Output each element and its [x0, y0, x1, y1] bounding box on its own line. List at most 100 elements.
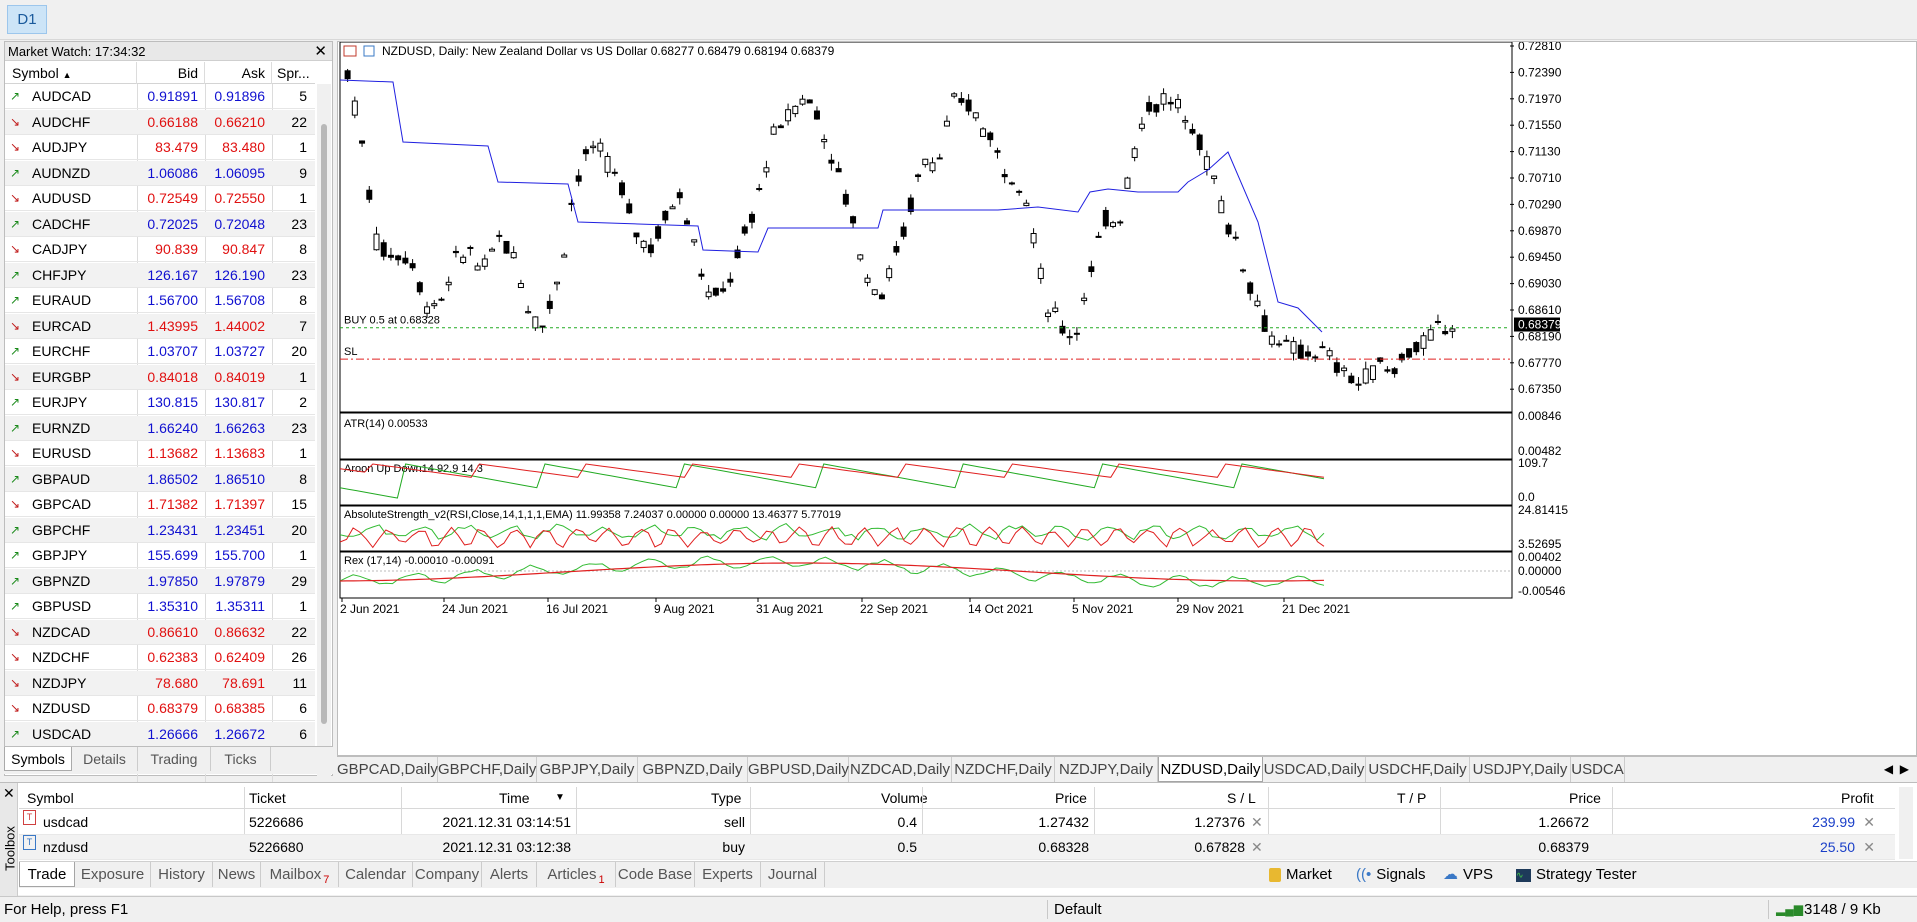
column-header-type[interactable]: Type [711, 787, 741, 809]
column-header-spread[interactable]: Spr... [272, 62, 315, 84]
tab-journal[interactable]: Journal [761, 862, 825, 887]
chart-tab[interactable]: NZDJPY,Daily [1055, 757, 1158, 782]
column-header-profit[interactable]: Profit [1841, 787, 1874, 809]
market-watch-row[interactable]: ↗ CHFJPY 126.167 126.190 23 [5, 262, 315, 288]
market-watch-row[interactable]: ↘ GBPCAD 1.71382 1.71397 15 [5, 492, 315, 517]
market-watch-row[interactable]: ↘ EURGBP 0.84018 0.84019 1 [5, 364, 315, 390]
market-watch-row[interactable]: ↗ AUDNZD 1.06086 1.06095 9 [5, 160, 315, 186]
market-watch-row[interactable]: ↘ AUDCHF 0.66188 0.66210 22 [5, 109, 315, 135]
market-watch-row[interactable]: ↘ EURUSD 1.13682 1.13683 1 [5, 441, 315, 466]
tab-scroll-arrows[interactable]: ◀ ▶ [1884, 757, 1909, 782]
market-watch-row[interactable]: ↘ NZDCHF 0.62383 0.62409 26 [5, 645, 315, 670]
market-watch-row[interactable]: ↗ AUDCAD 0.91891 0.91896 5 [5, 84, 315, 109]
market-watch-row[interactable]: ↘ NZDCAD 0.86610 0.86632 22 [5, 619, 315, 645]
tab-code-base[interactable]: Code Base [616, 862, 695, 887]
trade-sl[interactable]: 1.27376 [1194, 810, 1245, 835]
chart-tab[interactable]: GBPNZD,Daily [638, 757, 748, 782]
market-watch-row[interactable]: ↘ EURCAD 1.43995 1.44002 7 [5, 313, 315, 339]
column-header-current-price[interactable]: Price [1569, 787, 1601, 809]
market-watch-row[interactable]: ↗ USDCAD 1.26666 1.26672 6 [5, 721, 315, 747]
chart-tab[interactable]: USDCHF,Daily [1366, 757, 1470, 782]
market-watch-row[interactable]: ↗ EURCHF 1.03707 1.03727 20 [5, 339, 315, 364]
market-watch-row[interactable]: ↘ NZDJPY 78.680 78.691 11 [5, 670, 315, 696]
candle-body [1124, 177, 1131, 189]
vertical-scrollbar[interactable] [1899, 787, 1913, 859]
column-header-tp[interactable]: T / P [1397, 787, 1426, 809]
close-icon[interactable]: ✕ [314, 42, 327, 61]
timeframe-d1-button[interactable]: D1 [7, 5, 47, 34]
bid-price: 1.26666 [147, 725, 198, 742]
market-watch-row[interactable]: ↘ AUDJPY 83.479 83.480 1 [5, 135, 315, 160]
tab-mailbox[interactable]: Mailbox 7 [261, 862, 339, 887]
chart-tab[interactable]: USDCA [1571, 757, 1625, 782]
candle-body [582, 149, 589, 155]
trade-row[interactable]: Tnzdusd 5226680 2021.12.31 03:12:38 buy 0.5 0… [19, 835, 1895, 860]
remove-sl-icon[interactable]: ✕ [1251, 810, 1263, 835]
chart-tab[interactable]: GBPJPY,Daily [537, 757, 638, 782]
market-button[interactable]: Market [1269, 862, 1332, 887]
price-chart[interactable]: NZDUSD, Daily: New Zealand Dollar vs US … [338, 39, 1916, 755]
tab-calendar[interactable]: Calendar [339, 862, 413, 887]
scrollbar-thumb[interactable] [321, 124, 327, 724]
trade-row[interactable]: Tusdcad 5226686 2021.12.31 03:14:51 sell 0.4… [19, 810, 1895, 835]
chart-window[interactable]: NZDUSD, Daily: New Zealand Dollar vs US … [337, 39, 1917, 756]
market-watch-row[interactable]: ↗ EURJPY 130.815 130.817 2 [5, 390, 315, 415]
column-header-price[interactable]: Price [1055, 787, 1087, 809]
tab-symbols[interactable]: Symbols [4, 747, 72, 771]
chart-tab[interactable]: GBPUSD,Daily [748, 757, 849, 782]
remove-sl-icon[interactable]: ✕ [1251, 835, 1263, 860]
column-header-symbol[interactable]: Symbol [27, 787, 74, 809]
tab-articles[interactable]: Articles 1 [537, 862, 616, 887]
column-header-bid[interactable]: Bid [137, 62, 205, 84]
column-header-ticket[interactable]: Ticket [249, 787, 286, 809]
vertical-scrollbar[interactable] [317, 84, 331, 784]
chart-tab[interactable]: GBPCHF,Daily [438, 757, 537, 782]
candle-body [1131, 148, 1138, 158]
chart-tab[interactable]: USDJPY,Daily [1470, 757, 1571, 782]
market-watch-row[interactable]: ↘ CADJPY 90.839 90.847 8 [5, 237, 315, 262]
arrow-down-icon: ↘ [10, 701, 21, 715]
arrow-down-icon: ↘ [10, 369, 21, 384]
strategy-tester-button[interactable]: ∿ Strategy Tester [1516, 862, 1637, 887]
tab-details[interactable]: Details [72, 747, 138, 771]
market-watch-row[interactable]: ↘ NZDUSD 0.68379 0.68385 6 [5, 696, 315, 721]
close-position-icon[interactable]: ✕ [1863, 835, 1875, 860]
tab-exposure[interactable]: Exposure [75, 862, 151, 887]
tab-company[interactable]: Company [413, 862, 482, 887]
market-watch-row[interactable]: ↗ EURNZD 1.66240 1.66263 23 [5, 415, 315, 441]
market-watch-row[interactable]: ↗ GBPNZD 1.97850 1.97879 29 [5, 568, 315, 594]
close-icon[interactable]: ✕ [3, 785, 15, 802]
date-tick-label: 29 Nov 2021 [1176, 602, 1244, 616]
trade-sl[interactable]: 0.67828 [1194, 835, 1245, 860]
market-watch-row[interactable]: ↗ CADCHF 0.72025 0.72048 23 [5, 211, 315, 237]
market-watch-row[interactable]: ↗ GBPCHF 1.23431 1.23451 20 [5, 517, 315, 543]
market-watch-row[interactable]: ↗ GBPAUD 1.86502 1.86510 8 [5, 466, 315, 492]
close-position-icon[interactable]: ✕ [1863, 810, 1875, 835]
tab-history[interactable]: History [151, 862, 213, 887]
candle-body [452, 250, 459, 254]
chart-tab[interactable]: NZDCAD,Daily [849, 757, 952, 782]
column-header-volume[interactable]: Volume [881, 787, 928, 809]
vps-button[interactable]: ☁ VPS [1443, 862, 1493, 887]
tab-alerts[interactable]: Alerts [482, 862, 537, 887]
chart-tab[interactable]: GBPCAD,Daily [337, 757, 438, 782]
tab-experts[interactable]: Experts [695, 862, 761, 887]
tab-trade[interactable]: Trade [19, 862, 75, 887]
column-header-sl[interactable]: S / L [1227, 787, 1256, 809]
market-watch-row[interactable]: ↗ GBPJPY 155.699 155.700 1 [5, 543, 315, 568]
signals-button[interactable]: ((• Signals [1356, 862, 1425, 887]
column-header-symbol[interactable]: Symbol ▲ [5, 62, 137, 84]
tab-news[interactable]: News [213, 862, 261, 887]
market-watch-row[interactable]: ↗ EURAUD 1.56700 1.56708 8 [5, 288, 315, 313]
date-tick-label: 16 Jul 2021 [546, 602, 608, 616]
market-watch-row[interactable]: ↘ AUDUSD 0.72549 0.72550 1 [5, 186, 315, 211]
column-header-ask[interactable]: Ask [205, 62, 272, 84]
market-watch-row[interactable]: ↗ GBPUSD 1.35310 1.35311 1 [5, 594, 315, 619]
column-header-time[interactable]: Time [499, 787, 530, 809]
chart-tab[interactable]: USDCAD,Daily [1263, 757, 1366, 782]
chart-tab[interactable]: NZDCHF,Daily [952, 757, 1055, 782]
bid-price: 1.23431 [147, 521, 198, 538]
chart-tab[interactable]: NZDUSD,Daily [1158, 757, 1263, 782]
tab-trading[interactable]: Trading [138, 747, 211, 771]
tab-ticks[interactable]: Ticks [211, 747, 271, 771]
